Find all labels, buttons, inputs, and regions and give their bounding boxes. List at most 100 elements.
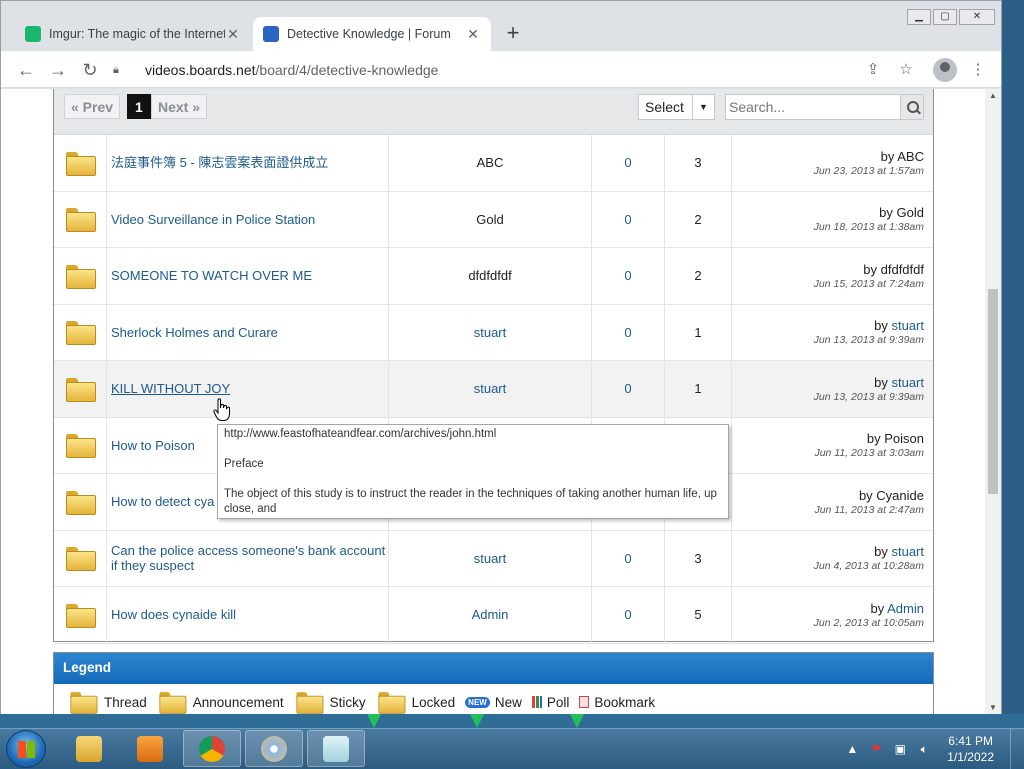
reply-count: 0 [592, 135, 665, 191]
thread-title-link[interactable]: KILL WITHOUT JOY [107, 361, 389, 417]
close-icon[interactable]: ✕ [465, 26, 481, 42]
star-bookmark-icon[interactable]: ☆ [894, 58, 918, 82]
table-row[interactable]: SOMEONE TO WATCH OVER ME dfdfdfdf 0 2 by dfd… [54, 248, 933, 305]
last-post-username[interactable]: Admin [887, 601, 924, 616]
back-arrow-icon[interactable]: ← [14, 58, 38, 82]
url-host: videos.boards.net [145, 62, 256, 78]
last-post: by stuart Jun 4, 2013 at 10:28am [732, 531, 933, 587]
thread-title-link[interactable]: SOMEONE TO WATCH OVER ME [107, 248, 389, 304]
volume-icon[interactable]: 🔈︎ [915, 742, 933, 757]
tab-title: Detective Knowledge | Forum [287, 27, 451, 41]
table-row[interactable]: KILL WITHOUT JOY stuart 0 1 by stuart Jun 13,… [54, 361, 933, 418]
action-center-flag-icon[interactable]: ⚑ [867, 742, 885, 756]
legend-label: Sticky [329, 694, 366, 710]
scrollbar-thumb[interactable] [988, 289, 998, 494]
taskbar-notepad[interactable] [307, 730, 365, 767]
start-button[interactable] [6, 730, 46, 768]
maximize-icon[interactable]: ▢ [933, 9, 957, 25]
search-input[interactable] [725, 94, 901, 120]
view-count: 2 [665, 248, 732, 304]
chrome-icon [199, 735, 225, 762]
view-count: 5 [665, 587, 732, 643]
share-icon[interactable]: ⇪ [861, 58, 885, 82]
show-desktop-button[interactable] [1010, 729, 1024, 769]
table-row[interactable]: Video Surveillance in Police Station Gold… [54, 191, 933, 248]
reload-icon[interactable]: ↻ [78, 58, 102, 82]
new-tab-plus-icon[interactable]: + [501, 22, 525, 46]
clock[interactable]: 6:41 PM 1/1/2022 [947, 733, 994, 765]
last-post-author: by stuart [874, 375, 924, 390]
by-prefix: by [879, 205, 893, 221]
scroll-up-icon[interactable]: ▲ [988, 91, 998, 101]
thread-icon-cell [54, 417, 107, 473]
table-row[interactable]: 法庭事件簿 5 - 陳志雲案表面證供成立 ABC 0 3 by ABC Jun 23, 2… [54, 135, 933, 192]
page-scrollbar[interactable]: ▲ ▼ [985, 89, 1001, 715]
folder-icon [65, 207, 96, 233]
search-icon[interactable] [900, 94, 924, 120]
thread-title-link[interactable]: 法庭事件簿 5 - 陳志雲案表面證供成立 [107, 135, 389, 191]
thread-starter: ABC [389, 135, 592, 191]
close-icon[interactable]: ✕ [225, 26, 241, 42]
last-post-author: by stuart [874, 318, 924, 333]
taskbar-chrome[interactable] [183, 730, 241, 767]
more-menu-icon[interactable]: ⋮ [966, 58, 990, 82]
taskbar-paint[interactable] [245, 730, 303, 767]
last-post-username[interactable]: stuart [891, 318, 924, 333]
prev-page-button[interactable]: « Prev [64, 94, 121, 119]
last-post-date: Jun 2, 2013 at 10:05am [813, 616, 924, 629]
locked-folder-icon [377, 691, 406, 714]
tab-detective-knowledge[interactable]: Detective Knowledge | Forum ✕ [253, 17, 491, 51]
thread-title-link[interactable]: Video Surveillance in Police Station [107, 191, 389, 247]
thread-starter[interactable]: stuart [389, 530, 592, 586]
legend-label: Bookmark [594, 694, 656, 710]
view-count: 3 [665, 530, 732, 586]
select-dropdown[interactable]: Select ▼ [638, 94, 715, 120]
last-post-username: dfdfdfdf [880, 261, 924, 277]
current-page-button[interactable]: 1 [127, 94, 151, 119]
table-row[interactable]: Can the police access someone's bank acc… [54, 530, 933, 587]
profile-avatar-icon[interactable] [933, 58, 957, 82]
legend-panel: Legend Thread Announcement Sticky Locked… [53, 652, 934, 715]
last-post-date: Jun 13, 2013 at 9:39am [813, 334, 924, 347]
network-icon[interactable]: ▣ [891, 742, 909, 756]
taskbar-media-player[interactable] [121, 730, 179, 767]
thread-starter[interactable]: Admin [389, 587, 592, 643]
legend-label: New [494, 694, 522, 710]
by-prefix: by [874, 544, 888, 560]
chevron-down-icon: ▼ [692, 95, 714, 119]
legend-label: Thread [104, 694, 147, 710]
window-close-icon[interactable]: ✕ [959, 9, 995, 25]
last-post-username[interactable]: stuart [891, 544, 924, 559]
wallpaper-shape [367, 714, 381, 728]
address-bar[interactable]: 🔒︎ videos.boards.net/board/4/detective-k… [113, 56, 853, 84]
last-post: by Admin Jun 2, 2013 at 10:05am [732, 587, 933, 643]
thread-starter[interactable]: stuart [389, 304, 592, 360]
last-post-date: Jun 4, 2013 at 10:28am [813, 560, 924, 573]
tray-expand-icon[interactable]: ▲ [843, 742, 861, 756]
last-post-author: by Gold [879, 205, 924, 220]
table-row[interactable]: How does cynaide kill Admin 0 5 by Admin Jun … [54, 587, 933, 644]
taskbar-file-explorer[interactable] [60, 730, 118, 767]
thread-icon-cell [54, 135, 107, 191]
scroll-down-icon[interactable]: ▼ [988, 703, 998, 713]
last-post-date: Jun 11, 2013 at 2:47am [814, 503, 924, 516]
thread-title-link[interactable]: Sherlock Holmes and Curare [107, 304, 389, 360]
last-post-date: Jun 15, 2013 at 7:24am [813, 277, 924, 290]
thread-title-link[interactable]: Can the police access someone's bank acc… [107, 530, 389, 586]
reply-count: 0 [592, 248, 665, 304]
reply-count: 0 [592, 587, 665, 643]
forward-arrow-icon[interactable]: → [46, 58, 70, 82]
legend-label: Locked [411, 694, 456, 710]
last-post-username[interactable]: stuart [891, 375, 924, 390]
table-row[interactable]: Sherlock Holmes and Curare stuart 0 1 by stu… [54, 304, 933, 361]
thread-title-link[interactable]: How does cynaide kill [107, 587, 389, 643]
last-post: by dfdfdfdf Jun 15, 2013 at 7:24am [732, 248, 933, 304]
windows-taskbar: ▲ ⚑ ▣ 🔈︎ 6:41 PM 1/1/2022 [0, 728, 1024, 769]
next-page-button[interactable]: Next » [151, 94, 208, 119]
notepad-icon [323, 735, 349, 762]
tab-imgur[interactable]: Imgur: The magic of the Internet ✕ [15, 17, 251, 51]
thread-starter[interactable]: stuart [389, 361, 592, 417]
by-prefix: by [870, 600, 885, 616]
minimize-icon[interactable]: ▁ [907, 9, 931, 25]
clock-time: 6:41 PM [948, 734, 993, 748]
